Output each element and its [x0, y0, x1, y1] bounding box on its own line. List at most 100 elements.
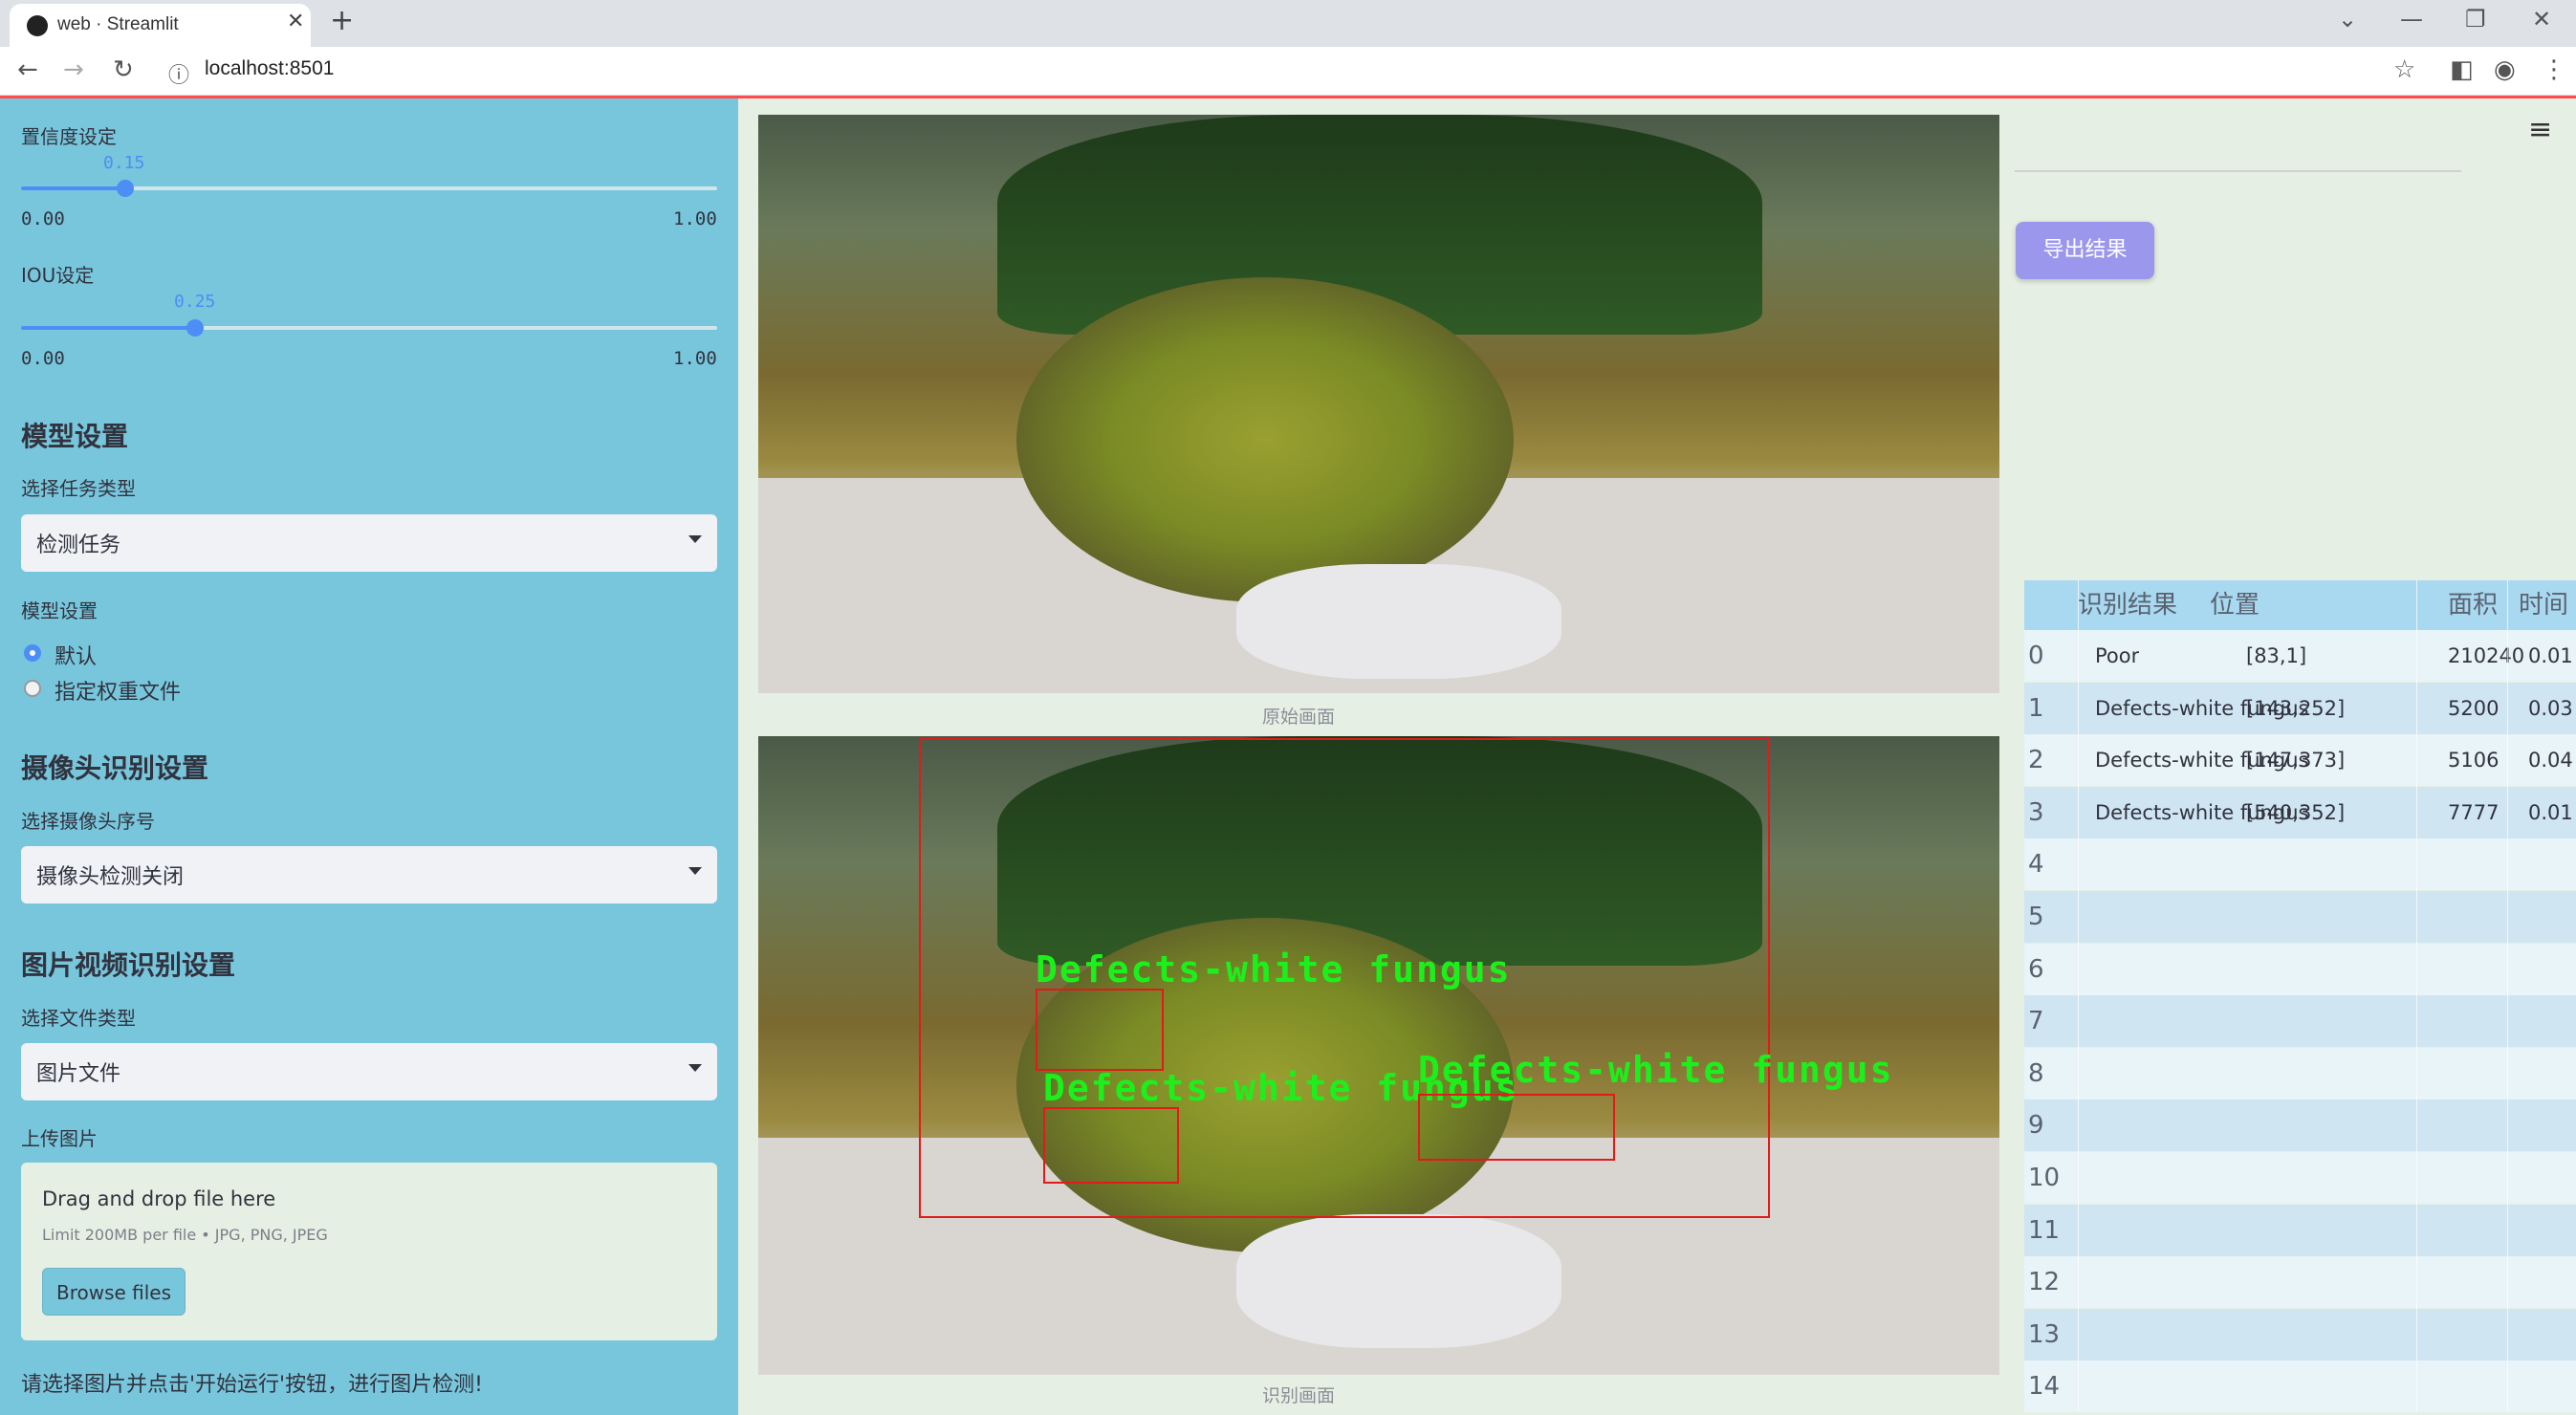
confidence-value: 0.15	[103, 153, 145, 173]
column-divider	[2507, 580, 2508, 1412]
detection-box	[1036, 989, 1164, 1071]
site-info-icon[interactable]: ⓘ	[168, 58, 189, 89]
chevron-down-icon	[688, 867, 702, 875]
radio-custom-weights[interactable]	[24, 680, 41, 697]
table-row[interactable]: 12	[2024, 1256, 2576, 1309]
detection-box	[1043, 1107, 1179, 1184]
table-cell-time: 0.03	[2528, 696, 2573, 720]
iou-label: IOU设定	[21, 264, 95, 287]
back-icon[interactable]: ←	[17, 55, 38, 84]
table-row[interactable]: 14	[2024, 1361, 2576, 1413]
browse-files-button[interactable]: Browse files	[42, 1268, 186, 1316]
task-type-label: 选择任务类型	[21, 477, 136, 500]
table-cell-time: 0.04	[2528, 749, 2573, 773]
column-divider	[2416, 580, 2417, 1412]
chevron-down-icon	[688, 1064, 702, 1072]
radio-default[interactable]	[24, 644, 41, 662]
table-cell-idx: 10	[2028, 1164, 2061, 1192]
table-row[interactable]: 13	[2024, 1308, 2576, 1361]
table-row[interactable]: 9	[2024, 1099, 2576, 1152]
table-row[interactable]: 0 Poor [83,1] 210240 0.01	[2024, 630, 2576, 682]
column-header-area: 面积	[2448, 591, 2499, 620]
plastic-bag	[1236, 564, 1561, 679]
result-caption: 识别画面	[1262, 1385, 1336, 1406]
forward-icon[interactable]: →	[63, 55, 84, 84]
camera-index-label: 选择摄像头序号	[21, 810, 155, 833]
iou-slider-thumb[interactable]	[186, 319, 204, 337]
camera-index-select[interactable]: 摄像头检测关闭	[21, 846, 717, 903]
table-cell-idx: 6	[2028, 954, 2044, 984]
table-cell-idx: 2	[2028, 746, 2044, 775]
profile-icon[interactable]: ◉	[2494, 55, 2516, 84]
media-settings-heading: 图片视频识别设置	[21, 949, 236, 981]
table-row[interactable]: 10	[2024, 1152, 2576, 1204]
url-field[interactable]: localhost:8501	[205, 57, 334, 80]
hamburger-menu-icon[interactable]: ≡	[2528, 113, 2552, 146]
table-row[interactable]: 2 Defects-white fungus [147,373] 5106 0.04	[2024, 734, 2576, 787]
table-row[interactable]: 8	[2024, 1047, 2576, 1099]
new-tab-icon[interactable]: +	[330, 4, 354, 37]
table-cell-idx: 11	[2028, 1215, 2061, 1245]
table-cell-pos: [143,252]	[2246, 696, 2346, 720]
iou-min: 0.00	[21, 348, 65, 369]
table-row[interactable]: 4	[2024, 838, 2576, 891]
divider	[2015, 170, 2461, 172]
radio-custom-weights-label: 指定权重文件	[55, 681, 182, 705]
confidence-min: 0.00	[21, 208, 65, 229]
table-row[interactable]: 5	[2024, 891, 2576, 943]
tab-search-icon[interactable]: ⌄	[2338, 6, 2357, 33]
file-type-label: 选择文件类型	[21, 1007, 136, 1030]
table-cell-pos: [540,352]	[2246, 800, 2346, 824]
reload-icon[interactable]: ↻	[113, 55, 134, 84]
side-panel-icon[interactable]: ◧	[2450, 55, 2474, 84]
table-row[interactable]: 3 Defects-white fungus [540,352] 7777 0.01	[2024, 786, 2576, 838]
table-cell-idx: 1	[2028, 693, 2044, 723]
table-cell-pos: [83,1]	[2246, 644, 2307, 667]
column-divider	[2078, 580, 2079, 1412]
table-row[interactable]: 7	[2024, 995, 2576, 1048]
iou-slider-fill	[21, 326, 195, 330]
detection-box	[1418, 1094, 1615, 1161]
table-cell-idx: 0	[2028, 642, 2044, 670]
model-settings-heading: 模型设置	[21, 421, 129, 452]
table-cell-idx: 9	[2028, 1111, 2044, 1141]
table-row[interactable]: 6	[2024, 943, 2576, 995]
task-type-value: 检测任务	[36, 533, 121, 557]
chevron-down-icon	[688, 535, 702, 543]
dropzone-title: Drag and drop file here	[42, 1187, 276, 1210]
minimize-icon[interactable]: —	[2400, 6, 2423, 33]
table-cell-area: 5106	[2448, 749, 2500, 773]
table-cell-idx: 5	[2028, 903, 2044, 931]
export-results-button[interactable]: 导出结果	[2016, 222, 2154, 279]
confidence-slider-thumb[interactable]	[117, 180, 135, 197]
radio-default-label: 默认	[55, 645, 98, 669]
dropzone-limit: Limit 200MB per file • JPG, PNG, JPEG	[42, 1226, 328, 1244]
file-type-select[interactable]: 图片文件	[21, 1043, 717, 1100]
column-header-time: 时间	[2519, 591, 2569, 620]
close-tab-icon[interactable]: ✕	[287, 10, 304, 33]
browser-tab[interactable]: web · Streamlit ✕	[10, 4, 311, 47]
plastic-bag	[1236, 1214, 1561, 1348]
browser-tab-bar	[0, 0, 2576, 47]
browser-menu-icon[interactable]: ⋮	[2542, 55, 2566, 84]
camera-settings-heading: 摄像头识别设置	[21, 752, 209, 784]
restore-icon[interactable]: ❐	[2465, 6, 2486, 33]
table-cell-idx: 14	[2028, 1372, 2061, 1402]
close-window-icon[interactable]: ✕	[2532, 6, 2551, 33]
table-cell-time: 0.01	[2528, 800, 2573, 824]
table-cell-idx: 8	[2028, 1058, 2044, 1088]
iou-max: 1.00	[673, 348, 717, 369]
column-header-result: 识别结果	[2078, 591, 2178, 620]
table-row[interactable]: 11	[2024, 1204, 2576, 1256]
table-row[interactable]: 1 Defects-white fungus [143,252] 5200 0.03	[2024, 682, 2576, 734]
upload-hint: 请选择图片并点击'开始运行'按钮，进行图片检测!	[21, 1373, 483, 1397]
table-cell-idx: 3	[2028, 797, 2044, 827]
table-cell-area: 5200	[2448, 696, 2500, 720]
iou-value: 0.25	[174, 292, 216, 312]
camera-index-value: 摄像头检测关闭	[36, 865, 185, 889]
bookmark-star-icon[interactable]: ☆	[2393, 55, 2415, 84]
confidence-label: 置信度设定	[21, 125, 117, 148]
task-type-select[interactable]: 检测任务	[21, 514, 717, 572]
table-cell-result: Poor	[2095, 644, 2140, 667]
table-cell-idx: 4	[2028, 850, 2044, 880]
